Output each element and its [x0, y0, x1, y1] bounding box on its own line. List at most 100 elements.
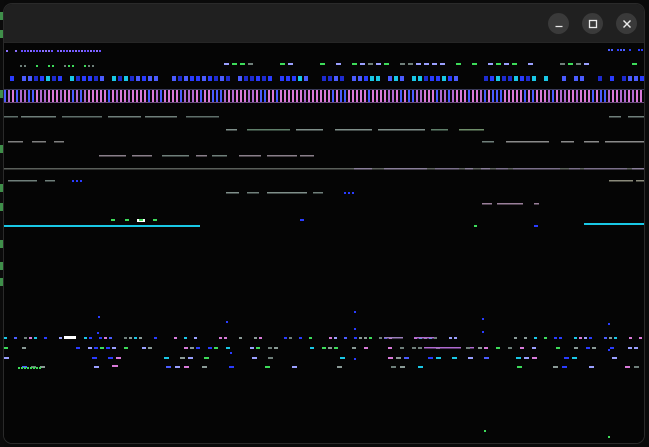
dot-band [400, 63, 405, 65]
striped-band [628, 90, 630, 102]
scatter-row [112, 347, 116, 349]
segment-row [609, 116, 621, 118]
scatter-row [196, 347, 200, 349]
scatter-row [89, 337, 92, 339]
blue-band [208, 76, 212, 81]
striped-band [108, 90, 110, 102]
blue-band [226, 76, 230, 81]
scatter-row [428, 357, 433, 359]
segment-row [470, 347, 474, 349]
blue-band [364, 76, 368, 81]
striped-band [640, 90, 642, 102]
segment-row [62, 116, 102, 118]
striped-band [232, 90, 234, 102]
dot-band [30, 50, 32, 52]
isolated-dot [226, 321, 228, 323]
segment-row [267, 192, 307, 194]
striped-band [132, 90, 134, 102]
dot-band [232, 63, 237, 65]
scatter-row [532, 357, 537, 359]
striped-band [532, 90, 534, 102]
blue-band [82, 76, 86, 81]
blue-band [262, 76, 266, 81]
desktop-glyph [0, 30, 3, 38]
maximize-button[interactable] [582, 13, 603, 34]
striped-band [92, 90, 94, 102]
striped-band [272, 90, 274, 102]
scatter-row [436, 357, 441, 359]
segment-row [21, 116, 56, 118]
blue-band [34, 76, 38, 81]
striped-band [76, 90, 78, 102]
scatter-row [88, 347, 92, 349]
scatter-row [544, 337, 547, 339]
scatter-row [289, 337, 292, 339]
segment-row [296, 129, 323, 131]
blue-band [256, 76, 260, 81]
segment-row [384, 168, 427, 170]
desktop-glyph [0, 12, 3, 20]
striped-band [548, 90, 550, 102]
dot-band [81, 50, 83, 52]
dot-band [125, 219, 129, 221]
dot-band [99, 50, 101, 52]
striped-band [264, 90, 266, 102]
striped-band [568, 90, 570, 102]
striped-band [520, 90, 522, 102]
dot-band [472, 63, 477, 65]
scatter-row [34, 337, 37, 339]
scatter-row [190, 347, 194, 349]
striped-band [100, 90, 102, 102]
striped-band [536, 90, 538, 102]
dot-band [92, 65, 94, 67]
dot-band [24, 367, 26, 369]
segment-row [465, 168, 473, 170]
pixel-mark [474, 225, 477, 227]
dot-band [408, 63, 413, 65]
scatter-row [129, 337, 132, 339]
render-viewport[interactable] [4, 43, 644, 443]
striped-band [208, 90, 210, 102]
blue-band [298, 76, 302, 81]
striped-band [356, 90, 358, 102]
dot-band [320, 63, 325, 65]
striped-band [396, 90, 398, 102]
scatter-row [418, 366, 423, 368]
scatter-row [268, 357, 273, 359]
blue-band [94, 76, 98, 81]
app-window [4, 4, 644, 443]
striped-band [492, 90, 494, 102]
dot-band [280, 63, 285, 65]
dot-band [87, 50, 89, 52]
maximize-icon [588, 19, 597, 28]
segment-row [482, 203, 492, 205]
dot-band [632, 63, 637, 65]
striped-band [296, 90, 298, 102]
segment-row [99, 155, 126, 157]
segment-row [300, 155, 314, 157]
striped-band [444, 90, 446, 102]
isolated-dot [484, 430, 486, 432]
scatter-row [364, 337, 367, 339]
blue-band [580, 76, 584, 81]
striped-band [516, 90, 518, 102]
striped-band [56, 90, 58, 102]
scatter-row [400, 366, 405, 368]
striped-band [468, 90, 470, 102]
close-button[interactable] [616, 13, 637, 34]
cyan-line [584, 223, 644, 225]
isolated-dot [608, 323, 610, 325]
segment-row [609, 180, 633, 182]
striped-band [308, 90, 310, 102]
dot-band [45, 50, 47, 52]
blue-band [640, 76, 644, 81]
dot-band [248, 63, 253, 65]
minimize-button[interactable] [548, 13, 569, 34]
blue-band [358, 76, 362, 81]
segment-row [196, 155, 207, 157]
isolated-dot [230, 352, 232, 354]
striped-band [360, 90, 362, 102]
dot-band [68, 65, 70, 67]
scatter-row [194, 337, 197, 339]
title-bar[interactable] [4, 4, 644, 43]
